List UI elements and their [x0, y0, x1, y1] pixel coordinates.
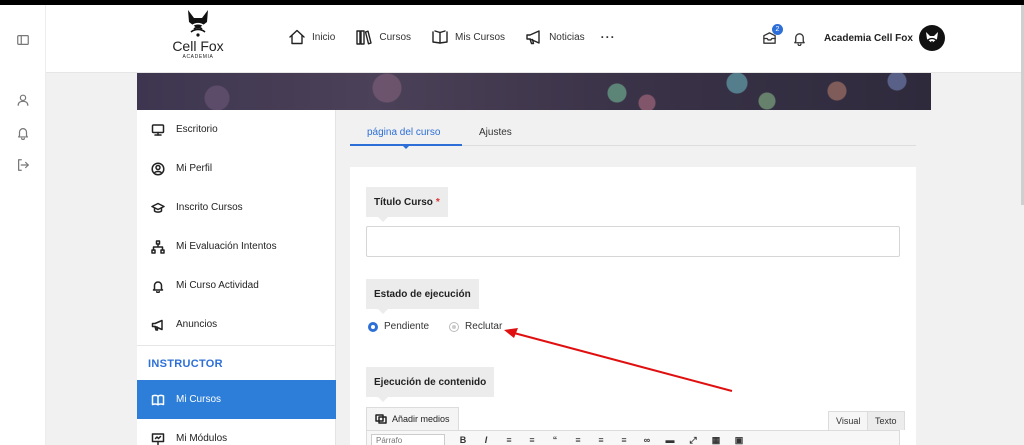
books-icon	[356, 30, 373, 45]
fox-logo-icon	[188, 10, 208, 37]
link-icon[interactable]: ∞	[639, 434, 655, 445]
italic-icon[interactable]: I	[478, 434, 494, 445]
paragraph-format-select[interactable]: Párrafo	[371, 434, 445, 445]
sitemap-icon	[151, 239, 165, 254]
add-media-button[interactable]: Añadir medios	[366, 407, 459, 430]
bell-icon	[793, 32, 805, 46]
monitor-icon	[151, 123, 165, 136]
bold-icon[interactable]: B	[455, 434, 471, 445]
inbox-button[interactable]: 2	[760, 24, 783, 47]
fox-avatar-icon	[925, 32, 938, 43]
logout-icon[interactable]	[14, 156, 32, 174]
status-radio-group: Pendiente Reclutar	[368, 321, 522, 332]
align-left-icon[interactable]: ≡	[570, 434, 586, 445]
logo-subtitle: ACADEMIA	[182, 54, 214, 60]
user-circle-icon	[151, 161, 165, 176]
sidebar-item-label: Escritorio	[176, 124, 218, 135]
user-name[interactable]: Academia Cell Fox	[824, 33, 913, 44]
user-icon[interactable]	[14, 91, 32, 109]
sidebar-item-escritorio[interactable]: Escritorio	[137, 110, 336, 149]
dashboard-sidebar: Escritorio Mi Perfil Inscrito Cursos Mi …	[137, 110, 336, 445]
nav-label: Inicio	[312, 31, 336, 43]
nav-label: Mis Cursos	[455, 31, 506, 43]
panel-toggle-icon[interactable]	[14, 31, 32, 49]
toolbar-toggle-icon[interactable]: ▦	[708, 434, 724, 445]
title-label: Título Curso *	[366, 187, 448, 222]
sidebar-item-label: Mi Curso Actividad	[176, 280, 259, 291]
home-icon	[289, 29, 305, 45]
megaphone-icon	[151, 319, 163, 331]
bell-icon[interactable]	[14, 124, 32, 142]
bullet-list-icon[interactable]: ≡	[501, 434, 517, 445]
book-icon	[151, 394, 165, 406]
megaphone-icon	[526, 30, 540, 45]
sidebar-item-label: Mi Evaluación Intentos	[176, 241, 277, 252]
radio-label: Pendiente	[384, 321, 430, 332]
tab-ajustes[interactable]: Ajustes	[479, 127, 512, 138]
open-book-icon	[432, 30, 448, 44]
nav-mis-cursos[interactable]: Mis Cursos	[431, 28, 505, 46]
numbered-list-icon[interactable]: ≡	[524, 434, 540, 445]
content-label: Ejecución de contenido	[366, 367, 495, 402]
required-mark: *	[435, 196, 440, 208]
nav-inicio[interactable]: Inicio	[288, 28, 335, 46]
radio-checked-indicator	[368, 321, 378, 332]
bell-icon	[152, 280, 164, 293]
main-nav: Inicio Cursos Mis Cursos Noticias ···	[288, 26, 616, 48]
add-media-label: Añadir medios	[392, 414, 450, 424]
presentation-icon	[151, 432, 165, 445]
logo[interactable]: Cell Fox ACADEMIA	[168, 8, 228, 70]
media-icon	[375, 414, 387, 424]
sidebar-item-mi-perfil[interactable]: Mi Perfil	[137, 149, 336, 188]
sidebar-item-inscrito-cursos[interactable]: Inscrito Cursos	[137, 188, 336, 227]
title-label-text: Título Curso	[374, 196, 433, 208]
course-form: Título Curso * Estado de ejecución Pendi…	[350, 167, 916, 445]
more-tag-icon[interactable]: ▬	[662, 434, 678, 445]
sidebar-item-label: Mi Módulos	[176, 433, 228, 444]
sidebar-item-evaluacion-intentos[interactable]: Mi Evaluación Intentos	[137, 227, 336, 266]
sidebar-item-anuncios[interactable]: Anuncios	[137, 305, 336, 344]
active-tab-caret	[402, 145, 410, 149]
sidebar-item-mi-cursos[interactable]: Mi Cursos	[137, 380, 336, 419]
radio-label: Reclutar	[465, 321, 503, 332]
sidebar-item-mi-modulos[interactable]: Mi Módulos	[137, 419, 336, 445]
notifications-button[interactable]	[790, 29, 808, 47]
graduation-cap-icon	[151, 202, 165, 213]
editor-tab-visual[interactable]: Visual	[828, 411, 869, 430]
insert-form-icon[interactable]: ▣	[731, 434, 747, 445]
blockquote-icon[interactable]: “	[547, 434, 563, 445]
status-label: Estado de ejecución	[366, 279, 479, 314]
nav-noticias[interactable]: Noticias	[525, 28, 585, 46]
sidebar-item-curso-actividad[interactable]: Mi Curso Actividad	[137, 266, 336, 305]
course-title-input[interactable]	[366, 226, 900, 257]
sidebar-item-label: Mi Perfil	[176, 163, 213, 174]
sidebar-item-label: Anuncios	[176, 319, 218, 330]
header-actions: 2 Academia Cell Fox	[760, 24, 945, 51]
logo-name: Cell Fox	[172, 38, 224, 54]
radio-pendiente[interactable]: Pendiente	[368, 321, 429, 332]
sidebar-divider	[137, 345, 336, 346]
left-rail	[0, 5, 46, 445]
course-banner	[137, 73, 931, 110]
more-menu-button[interactable]: ···	[601, 30, 616, 44]
align-right-icon[interactable]: ≡	[616, 434, 632, 445]
avatar[interactable]	[918, 25, 945, 51]
nav-label: Cursos	[379, 31, 412, 43]
radio-unchecked-indicator	[449, 321, 460, 332]
align-center-icon[interactable]: ≡	[593, 434, 609, 445]
nav-cursos[interactable]: Cursos	[355, 28, 411, 46]
sidebar-item-label: Inscrito Cursos	[176, 202, 243, 213]
sidebar-item-label: Mi Cursos	[176, 394, 222, 405]
tab-pagina-del-curso[interactable]: página del curso	[367, 127, 440, 138]
radio-reclutar[interactable]: Reclutar	[449, 321, 502, 332]
editor-toolbar: Párrafo B I ≡ ≡ “ ≡ ≡ ≡ ∞ ▬ ⤢ ▦ ▣	[366, 430, 900, 445]
editor-tab-texto[interactable]: Texto	[867, 411, 905, 430]
nav-label: Noticias	[549, 31, 585, 43]
fullscreen-icon[interactable]: ⤢	[685, 434, 701, 445]
top-header: Cell Fox ACADEMIA Inicio Cursos Mis Curs…	[46, 5, 1021, 73]
sidebar-section-title: INSTRUCTOR	[148, 358, 223, 370]
notification-badge: 2	[772, 24, 783, 35]
course-tabs: página del curso Ajustes	[350, 125, 916, 149]
